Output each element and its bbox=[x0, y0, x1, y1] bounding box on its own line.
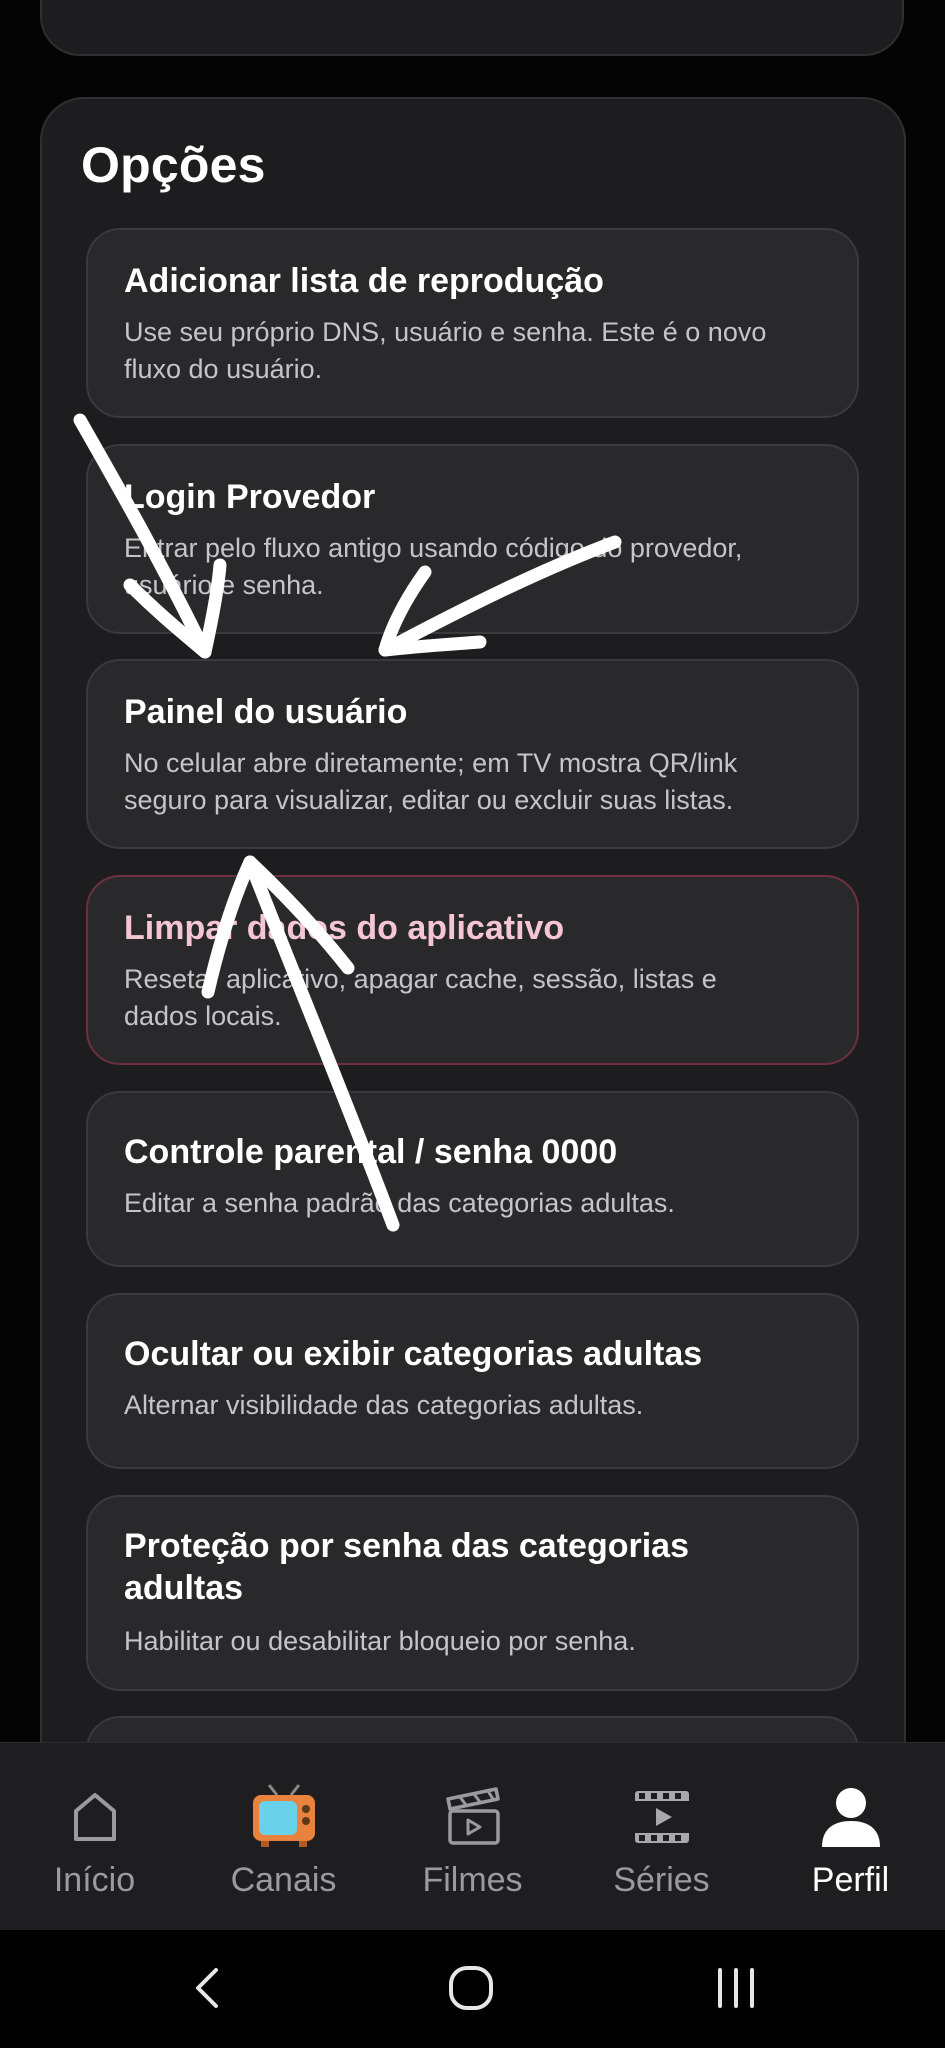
system-nav-bar bbox=[0, 1930, 945, 2048]
option-description: Resetar aplicativo, apagar cache, sessão… bbox=[124, 964, 717, 1031]
nav-item-filmes[interactable]: Filmes bbox=[378, 1743, 567, 1931]
option-clear-app-data[interactable]: Limpar dados do aplicativo Resetar aplic… bbox=[86, 875, 859, 1065]
nav-label: Perfil bbox=[811, 1861, 890, 1899]
option-title: Controle parental / senha 0000 bbox=[124, 1133, 618, 1171]
nav-item-canais[interactable]: Canais bbox=[189, 1743, 378, 1931]
nav-label: Canais bbox=[230, 1861, 337, 1899]
options-title: Opções bbox=[81, 137, 266, 193]
option-toggle-adult-categories[interactable]: Ocultar ou exibir categorias adultas Alt… bbox=[86, 1293, 859, 1469]
option-parental-control[interactable]: Controle parental / senha 0000 Editar a … bbox=[86, 1091, 859, 1267]
nav-item-perfil[interactable]: Perfil bbox=[756, 1743, 945, 1931]
option-description: No celular abre diretamente; em TV mostr… bbox=[124, 748, 738, 815]
nav-item-inicio[interactable]: Início bbox=[0, 1743, 189, 1931]
option-description: Habilitar ou desabilitar bloqueio por se… bbox=[124, 1626, 636, 1656]
home-circle-icon[interactable] bbox=[441, 1958, 501, 2018]
option-title: Proteção por senha das categorias adulta… bbox=[124, 1527, 689, 1607]
screen: Opções Adicionar lista de reprodução Use… bbox=[0, 0, 945, 2048]
previous-card bbox=[40, 0, 904, 56]
option-description: Alternar visibilidade das categorias adu… bbox=[124, 1390, 644, 1420]
home-icon bbox=[73, 1793, 116, 1841]
recent-apps-icon[interactable] bbox=[706, 1958, 766, 2018]
option-title: Painel do usuário bbox=[124, 693, 408, 731]
nav-label: Filmes bbox=[422, 1861, 523, 1899]
nav-item-series[interactable]: Séries bbox=[567, 1743, 756, 1931]
option-title: Ocultar ou exibir categorias adultas bbox=[124, 1335, 703, 1373]
option-title: Limpar dados do aplicativo bbox=[124, 909, 565, 947]
film-play-icon bbox=[634, 1791, 689, 1843]
option-description: Use seu próprio DNS, usuário e senha. Es… bbox=[124, 317, 767, 384]
option-login-provider[interactable]: Login Provedor Entrar pelo fluxo antigo … bbox=[86, 444, 859, 634]
option-user-panel[interactable]: Painel do usuário No celular abre direta… bbox=[86, 659, 859, 849]
clapperboard-icon bbox=[445, 1787, 500, 1845]
option-password-protection[interactable]: Proteção por senha das categorias adulta… bbox=[86, 1495, 859, 1691]
person-icon bbox=[821, 1788, 880, 1847]
back-icon[interactable] bbox=[178, 1958, 238, 2018]
option-title: Login Provedor bbox=[124, 478, 376, 516]
tv-icon bbox=[252, 1784, 315, 1847]
bottom-nav: Início Canais Filmes Séries Perfil bbox=[0, 1742, 945, 1931]
option-description: Editar a senha padrão das categorias adu… bbox=[124, 1188, 675, 1218]
option-add-playlist[interactable]: Adicionar lista de reprodução Use seu pr… bbox=[86, 228, 859, 418]
option-title: Adicionar lista de reprodução bbox=[124, 262, 604, 300]
nav-label: Séries bbox=[613, 1861, 710, 1899]
option-description: Entrar pelo fluxo antigo usando código d… bbox=[124, 533, 743, 600]
nav-label: Início bbox=[53, 1861, 136, 1899]
